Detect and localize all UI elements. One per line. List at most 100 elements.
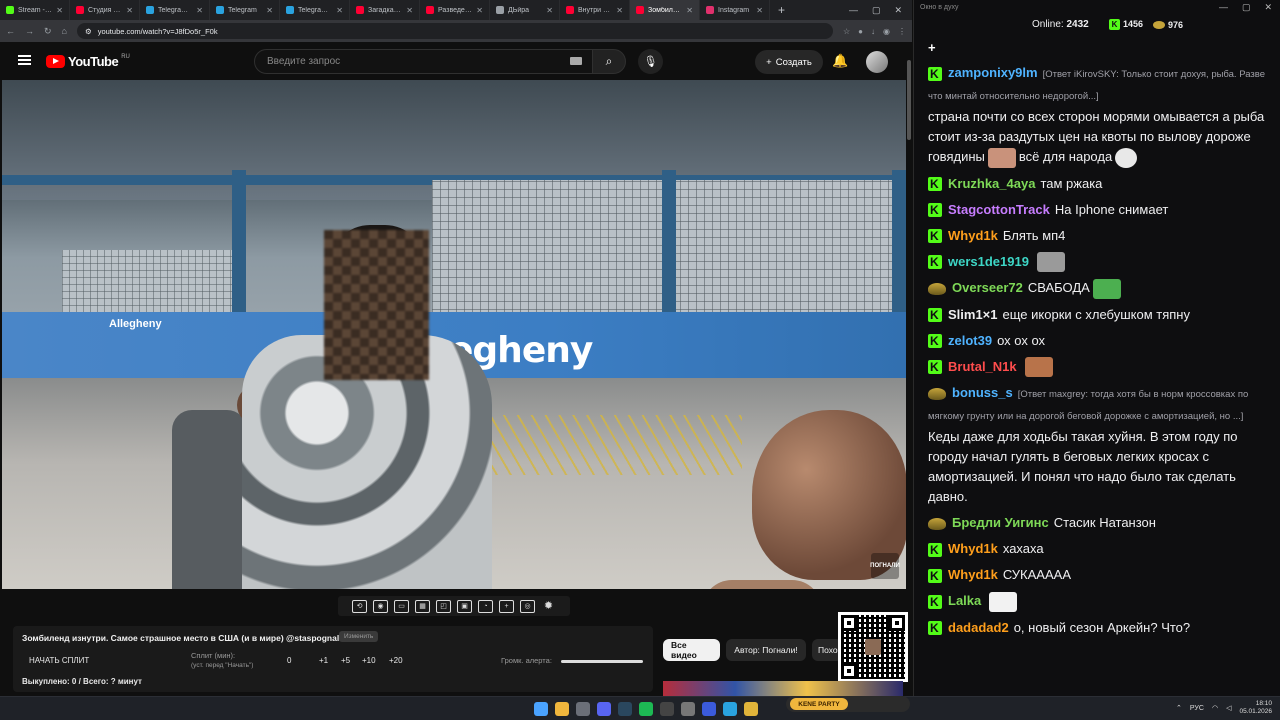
browser-tab[interactable]: Telegram Web ✕ [280, 0, 350, 20]
chat-message[interactable]: Kruzhka_4aya там ржака [928, 171, 1274, 197]
bookmark-icon[interactable]: ☆ [843, 27, 850, 36]
maximize-icon[interactable]: ▢ [872, 5, 881, 16]
chat-message[interactable]: Whyd1k Блять мп4 [928, 223, 1274, 249]
browser-tab[interactable]: Студия — YouTube ✕ [70, 0, 140, 20]
page-scrollbar[interactable] [906, 42, 912, 696]
chevron-up-icon[interactable]: ⌃ [1176, 704, 1182, 712]
forward-icon[interactable]: → [25, 26, 34, 36]
alert-volume-slider[interactable] [561, 660, 643, 663]
chat-username[interactable]: Whyd1k [948, 228, 998, 243]
chat-message[interactable]: Whyd1k СУКАААAA [928, 562, 1274, 588]
chat-username[interactable]: Бредли Уигинс [952, 515, 1049, 530]
chat-message[interactable]: Slim1×1 еще икорки с хлебушком тяпну [928, 302, 1274, 328]
video-player[interactable]: Allegheny egheny ПОГНАЛИ [2, 80, 907, 589]
chat-username[interactable]: bonuss_s [952, 385, 1013, 400]
chat-username[interactable]: Whyd1k [948, 567, 998, 582]
browser-tab[interactable]: Загадка аре... ✕ [350, 0, 420, 20]
browser-tab[interactable]: ДЬйра ✕ [490, 0, 560, 20]
chat-username[interactable]: Whyd1k [948, 541, 998, 556]
extension-icon[interactable]: ● [858, 27, 863, 36]
maximize-icon[interactable]: ▢ [1242, 2, 1251, 13]
clock[interactable]: 18:10 05.01.2026 [1239, 700, 1272, 716]
chat-username[interactable]: StagcottonTrack [948, 202, 1050, 217]
files-icon[interactable] [744, 702, 758, 716]
chat-username[interactable]: Slim1×1 [948, 307, 998, 322]
download-icon[interactable]: ↓ [871, 27, 875, 36]
site-info-icon[interactable]: ⚙ [85, 27, 92, 36]
chrome-icon[interactable] [555, 702, 569, 716]
chip-author[interactable]: Автор: Погнали! [726, 639, 806, 661]
scrollbar-thumb[interactable] [907, 60, 911, 140]
chat-message[interactable]: bonuss_s [Ответ maxgrey: тогда хотя бы в … [928, 380, 1274, 510]
tab-close-icon[interactable]: ✕ [616, 6, 623, 15]
chat-message[interactable]: Бредли Уигинс Стасик Натанзон [928, 510, 1274, 536]
tab-close-icon[interactable]: ✕ [756, 6, 763, 15]
telegram-icon[interactable] [723, 702, 737, 716]
search-input[interactable]: Введите запрос [254, 49, 594, 74]
split-plus-1-button[interactable]: +1 [319, 656, 328, 665]
camera-icon[interactable]: ◎ [520, 599, 535, 613]
tab-close-icon[interactable]: ✕ [406, 6, 413, 15]
create-button[interactable]: + Создать [755, 50, 823, 74]
split-plus-20-button[interactable]: +20 [389, 656, 403, 665]
language-indicator[interactable]: РУС [1190, 705, 1204, 712]
broadcast-icon[interactable]: ◉ [373, 599, 388, 613]
settings-icon[interactable]: ✹ [541, 600, 556, 613]
chat-message[interactable]: StagcottonTrack На Iphone снимает [928, 197, 1274, 223]
split-plus-10-button[interactable]: +10 [362, 656, 376, 665]
chat-username[interactable]: Kruzhka_4aya [948, 176, 1035, 191]
hamburger-menu-icon[interactable] [18, 55, 31, 65]
browser-tab[interactable]: Stream - Kick ✕ [0, 0, 70, 20]
volume-icon[interactable]: ◁ [1226, 704, 1231, 712]
new-tab-button[interactable]: + [770, 3, 793, 17]
browser-tab[interactable]: Разведенка ✕ [420, 0, 490, 20]
minimize-icon[interactable]: — [849, 5, 858, 16]
player-icon[interactable] [702, 702, 716, 716]
chat-message[interactable]: zelot39 ох ох ох [928, 328, 1274, 354]
chip-all-videos[interactable]: Все видео [663, 639, 720, 661]
discord-icon[interactable] [597, 702, 611, 716]
chat-message[interactable]: Whyd1k хахаха [928, 536, 1274, 562]
steam-icon[interactable] [618, 702, 632, 716]
wifi-icon[interactable]: ◠ [1212, 704, 1218, 712]
tab-close-icon[interactable]: ✕ [266, 6, 273, 15]
voice-search-button[interactable]: 🎙 [638, 49, 663, 74]
tab-close-icon[interactable]: ✕ [56, 6, 63, 15]
keyboard-icon[interactable] [570, 57, 582, 65]
windows-start-icon[interactable] [534, 702, 548, 716]
screen-icon[interactable]: ▭ [394, 599, 409, 613]
pip-icon[interactable]: ◰ [436, 599, 451, 613]
speed-icon[interactable]: ◔ [478, 599, 493, 613]
tab-close-icon[interactable]: ✕ [476, 6, 483, 15]
menu-icon[interactable]: ⋮ [898, 27, 906, 36]
youtube-logo[interactable]: YouTube RU [46, 54, 130, 69]
chat-username[interactable]: zelot39 [948, 333, 992, 348]
tab-close-icon[interactable]: ✕ [126, 6, 133, 15]
loop-icon[interactable]: ⟲ [352, 599, 367, 613]
profile-icon[interactable]: ◉ [883, 27, 890, 36]
chat-username[interactable]: Overseer72 [952, 280, 1023, 295]
search-button[interactable]: ⌕ [592, 49, 626, 74]
tab-close-icon[interactable]: ✕ [546, 6, 553, 15]
browser-tab[interactable]: Telegram ✕ [210, 0, 280, 20]
close-icon[interactable]: ✕ [1264, 2, 1272, 13]
browser-tab[interactable]: Instagram ✕ [700, 0, 770, 20]
chat-username[interactable]: wers1de1919 [948, 254, 1029, 269]
chat-message[interactable]: dadadad2 о, новый сезон Аркейн? Что? [928, 615, 1274, 641]
minimize-icon[interactable]: — [1219, 2, 1228, 13]
chat-username[interactable]: Brutal_N1k [948, 359, 1017, 374]
chat-message[interactable]: zamponixy9lm[Ответ iKirovSKY: Только сто… [928, 60, 1274, 171]
url-field[interactable]: ⚙ youtube.com/watch?v=J8fDo5r_F0k [76, 23, 833, 39]
chat-message[interactable]: Lalka [928, 588, 1274, 615]
chat-username[interactable]: zamponixy9lm [948, 65, 1038, 80]
close-icon[interactable]: ✕ [894, 5, 902, 16]
chat-message[interactable]: wers1de1919 [928, 249, 1274, 276]
film-icon[interactable]: ▦ [415, 599, 430, 613]
chat-username[interactable]: dadadad2 [948, 620, 1009, 635]
media-icon[interactable] [681, 702, 695, 716]
notifications-bell-icon[interactable]: 🔔 [832, 53, 848, 69]
tab-close-icon[interactable]: ✕ [686, 6, 693, 15]
chat-username[interactable]: Lalka [948, 593, 981, 608]
clip-icon[interactable]: ▣ [457, 599, 472, 613]
chat-message[interactable]: Brutal_N1k [928, 354, 1274, 381]
